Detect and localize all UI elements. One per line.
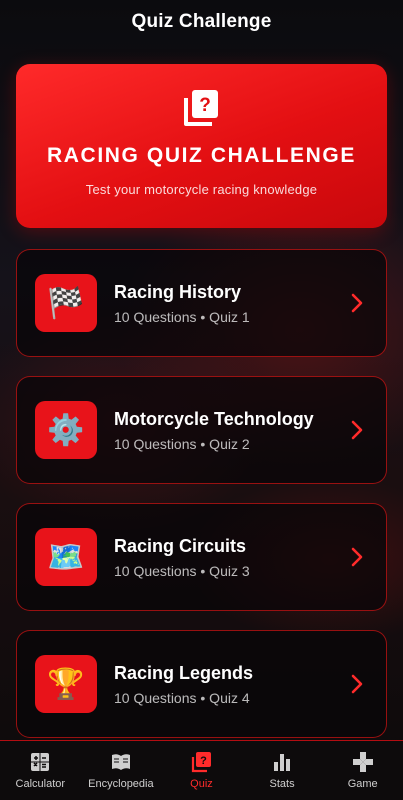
- gamepad-icon: [352, 752, 373, 772]
- page-title: Quiz Challenge: [131, 11, 272, 32]
- nav-item-calculator[interactable]: Calculator: [0, 741, 81, 800]
- quiz-meta: 10 Questions • Quiz 1: [114, 308, 250, 325]
- book-icon: [111, 754, 130, 770]
- nav-label: Encyclopedia: [88, 778, 154, 790]
- bar-chart-icon: [274, 754, 291, 771]
- hero-title: RACING QUIZ CHALLENGE: [47, 144, 356, 167]
- bottom-nav: Calculator Encyclopedia ? Quiz Stats Gam…: [0, 740, 403, 800]
- calculator-icon: [31, 753, 50, 771]
- gear-icon: ⚙️: [35, 401, 97, 459]
- quiz-title: Racing Legends: [114, 662, 254, 683]
- quiz-meta: 10 Questions • Quiz 3: [114, 562, 250, 579]
- map-icon: 🗺️: [35, 528, 97, 586]
- quiz-meta: 10 Questions • Quiz 4: [114, 689, 250, 706]
- quiz-icon: ?: [192, 752, 212, 773]
- hero-subtitle: Test your motorcycle racing knowledge: [85, 182, 318, 197]
- nav-item-game[interactable]: Game: [322, 741, 403, 800]
- app-bar: Quiz Challenge: [0, 0, 403, 44]
- nav-item-quiz[interactable]: ? Quiz: [161, 741, 242, 800]
- nav-label: Quiz: [190, 778, 213, 790]
- chevron-right-icon: [351, 420, 363, 440]
- svg-text:?: ?: [201, 755, 208, 767]
- nav-label: Game: [347, 778, 378, 790]
- nav-item-encyclopedia[interactable]: Encyclopedia: [81, 741, 162, 800]
- chevron-right-icon: [351, 547, 363, 567]
- quiz-title: Motorcycle Technology: [114, 408, 314, 429]
- checkered-flag-icon: 🏁: [35, 274, 97, 332]
- nav-item-stats[interactable]: Stats: [242, 741, 323, 800]
- trophy-icon: 🏆: [35, 655, 97, 713]
- chevron-right-icon: [351, 674, 363, 694]
- quiz-title: Racing History: [114, 281, 242, 302]
- quiz-meta: 10 Questions • Quiz 2: [114, 435, 250, 452]
- quiz-card-racing-legends[interactable]: 🏆 Racing Legends 10 Questions • Quiz 4: [16, 630, 387, 738]
- chevron-right-icon: [351, 293, 363, 313]
- quiz-card-racing-history[interactable]: 🏁 Racing History 10 Questions • Quiz 1: [16, 249, 387, 357]
- nav-label: Calculator: [15, 778, 66, 790]
- quiz-card-racing-circuits[interactable]: 🗺️ Racing Circuits 10 Questions • Quiz 3: [16, 503, 387, 611]
- nav-label: Stats: [269, 778, 295, 790]
- hero-banner: ? RACING QUIZ CHALLENGE Test your motorc…: [16, 64, 387, 228]
- quiz-icon: ?: [183, 90, 218, 126]
- svg-text:?: ?: [199, 95, 211, 116]
- quiz-title: Racing Circuits: [114, 535, 247, 556]
- quiz-card-motorcycle-technology[interactable]: ⚙️ Motorcycle Technology 10 Questions • …: [16, 376, 387, 484]
